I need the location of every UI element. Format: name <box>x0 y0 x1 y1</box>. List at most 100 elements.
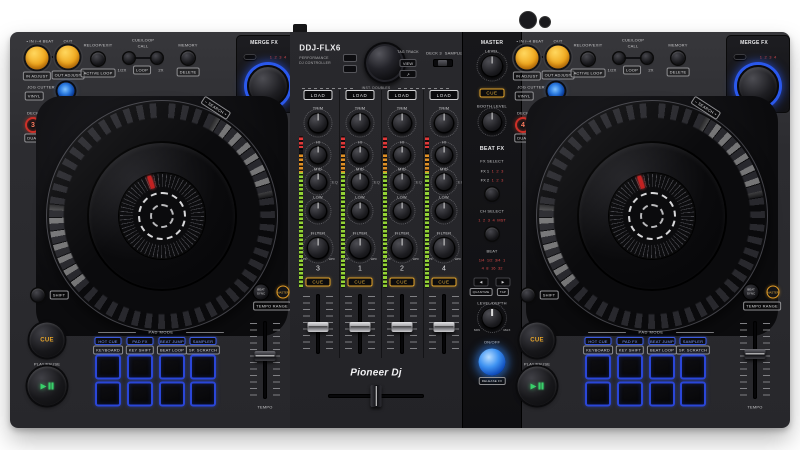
channel-fader[interactable] <box>305 294 331 354</box>
shift-button[interactable] <box>32 289 45 302</box>
low-knob[interactable] <box>351 202 370 221</box>
loop-in-button[interactable] <box>26 47 49 70</box>
trim-knob[interactable] <box>434 113 455 134</box>
merge-fx-select-button[interactable] <box>734 54 747 60</box>
channel-fader-handle[interactable] <box>392 322 413 332</box>
performance-pad-4[interactable] <box>190 355 216 380</box>
cue-button[interactable]: CUE <box>520 323 555 358</box>
performance-pad-7[interactable] <box>159 382 185 407</box>
pad-mode-line <box>588 332 626 333</box>
channel-fader[interactable] <box>431 294 457 354</box>
filter-knob[interactable] <box>433 237 456 260</box>
load-button[interactable]: LOAD <box>304 90 333 100</box>
channel-cue-button[interactable]: CUE <box>348 278 373 287</box>
tempo-slider[interactable] <box>742 321 768 399</box>
performance-pad-4[interactable] <box>680 355 706 380</box>
filter-knob[interactable] <box>349 237 372 260</box>
performance-pad-6[interactable] <box>127 382 153 407</box>
merge-fx-select-button[interactable] <box>244 54 257 60</box>
merge-fx-numbers: 1234 <box>270 55 286 60</box>
load-button[interactable]: LOAD <box>388 90 417 100</box>
jog-wheel[interactable] <box>46 100 278 332</box>
hi-knob[interactable] <box>435 146 454 165</box>
trim-knob[interactable] <box>308 113 329 134</box>
performance-pad-2[interactable] <box>617 355 643 380</box>
performance-pad-7[interactable] <box>649 382 675 407</box>
hi-knob[interactable] <box>309 146 328 165</box>
performance-pad-3[interactable] <box>649 355 675 380</box>
pad-mode-beat-jump[interactable]: BEAT JUMP <box>649 337 676 345</box>
load-button[interactable]: LOAD <box>430 90 459 100</box>
tempo-slider[interactable] <box>252 321 278 399</box>
mid-knob[interactable] <box>435 173 454 192</box>
loop-box-label: LOOP <box>623 66 641 75</box>
pad-mode-sampler[interactable]: SAMPLER <box>680 337 707 345</box>
pad-mode-pad-fx[interactable]: PAD FX <box>617 337 644 345</box>
performance-pad-1[interactable] <box>585 355 611 380</box>
jog-wheel[interactable] <box>536 100 768 332</box>
performance-pad-8[interactable] <box>190 382 216 407</box>
reloop-exit-button[interactable] <box>92 53 105 66</box>
tempo-master-button[interactable]: MASTER <box>277 286 290 299</box>
mid-knob[interactable] <box>393 173 412 192</box>
crossfader-handle[interactable] <box>371 385 382 407</box>
tempo-slider-handle[interactable] <box>745 349 766 359</box>
memory-button[interactable] <box>182 52 195 65</box>
shift-button[interactable] <box>522 289 535 302</box>
hi-knob[interactable] <box>351 146 370 165</box>
pad-mode-sampler[interactable]: SAMPLER <box>190 337 217 345</box>
fx-select-button[interactable] <box>486 188 499 201</box>
play-pause-button[interactable] <box>28 367 67 406</box>
tempo-slider-handle[interactable] <box>255 351 276 361</box>
low-knob[interactable] <box>435 202 454 221</box>
loop-double-button[interactable] <box>152 53 163 64</box>
performance-pad-3[interactable] <box>159 355 185 380</box>
memory-button[interactable] <box>672 52 685 65</box>
hi-knob[interactable] <box>393 146 412 165</box>
channel-cue-button[interactable]: CUE <box>432 278 457 287</box>
tempo-master-button[interactable]: MASTER <box>767 286 780 299</box>
loop-out-button[interactable] <box>547 46 570 69</box>
channel-fader-handle[interactable] <box>434 322 455 332</box>
performance-pad-5[interactable] <box>95 382 121 407</box>
channel-fader[interactable] <box>389 294 415 354</box>
performance-pad-8[interactable] <box>680 382 706 407</box>
channel-fader-handle[interactable] <box>308 322 329 332</box>
level-meter <box>425 136 429 288</box>
performance-pad-6[interactable] <box>617 382 643 407</box>
filter-knob[interactable] <box>391 237 414 260</box>
beat-left-button[interactable]: ◄ <box>474 278 489 287</box>
crossfader[interactable] <box>328 384 424 408</box>
low-knob[interactable] <box>309 202 328 221</box>
pad-mode-hot-cue[interactable]: HOT CUE <box>95 337 122 345</box>
cue-button[interactable]: CUE <box>30 323 65 358</box>
channel-cue-button[interactable]: CUE <box>306 278 331 287</box>
mid-knob[interactable] <box>351 173 370 192</box>
channel-fader[interactable] <box>347 294 373 354</box>
channel-cue-button[interactable]: CUE <box>390 278 415 287</box>
mid-knob[interactable] <box>309 173 328 192</box>
loop-in-button[interactable] <box>516 47 539 70</box>
play-pause-button[interactable] <box>518 367 557 406</box>
load-button[interactable]: LOAD <box>346 90 375 100</box>
beat-sync-button[interactable]: BEATSYNC <box>744 285 759 300</box>
loop-out-button[interactable] <box>57 46 80 69</box>
low-knob[interactable] <box>393 202 412 221</box>
filter-knob[interactable] <box>307 237 330 260</box>
pad-mode-line <box>676 332 714 333</box>
pad-mode-pad-fx[interactable]: PAD FX <box>127 337 154 345</box>
trim-knob[interactable] <box>350 113 371 134</box>
pad-mode-hot-cue[interactable]: HOT CUE <box>585 337 612 345</box>
ch-select-button[interactable] <box>486 228 499 241</box>
pad-mode-beat-jump[interactable]: BEAT JUMP <box>159 337 186 345</box>
loop-half-button[interactable] <box>614 53 625 64</box>
trim-knob[interactable] <box>392 113 413 134</box>
reloop-exit-button[interactable] <box>582 53 595 66</box>
channel-fader-handle[interactable] <box>350 322 371 332</box>
beat-sync-button[interactable]: BEATSYNC <box>254 285 269 300</box>
loop-half-button[interactable] <box>124 53 135 64</box>
performance-pad-1[interactable] <box>95 355 121 380</box>
loop-double-button[interactable] <box>642 53 653 64</box>
performance-pad-2[interactable] <box>127 355 153 380</box>
performance-pad-5[interactable] <box>585 382 611 407</box>
